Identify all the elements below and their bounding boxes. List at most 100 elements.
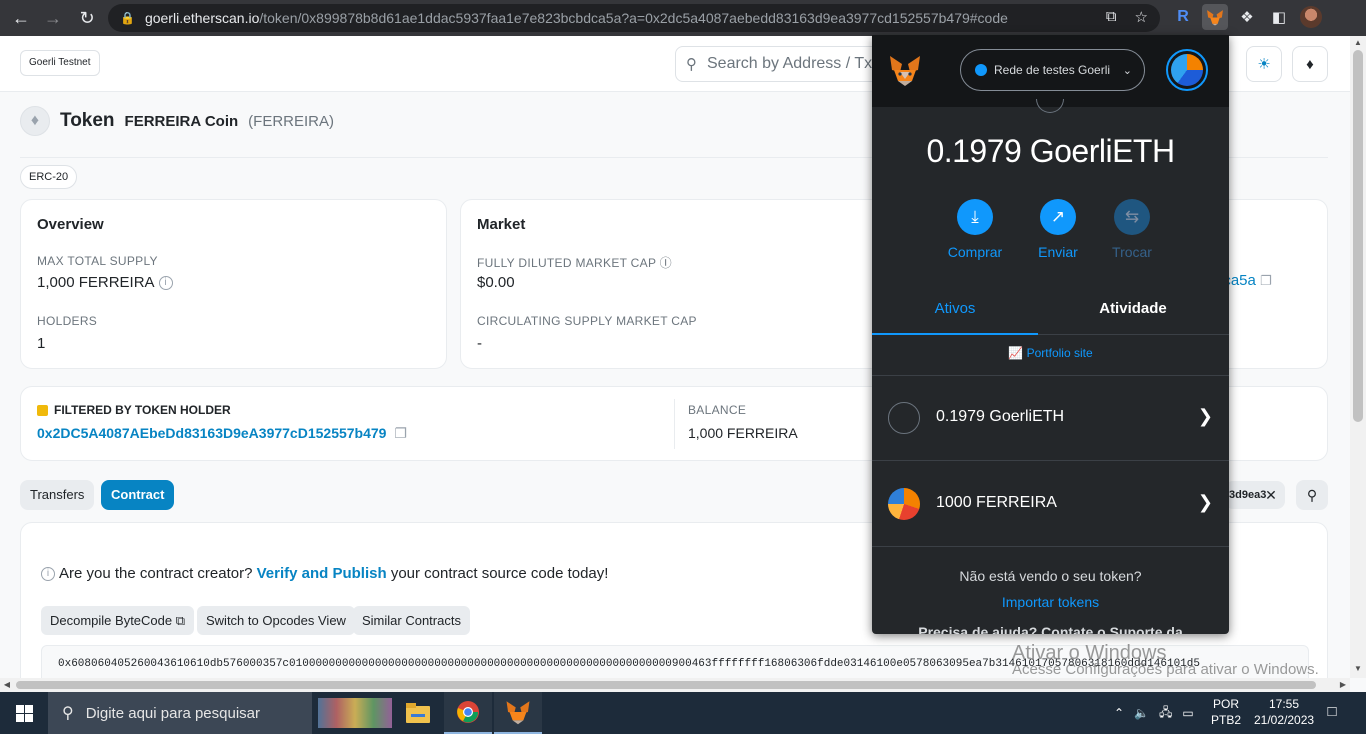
opcodes-view-button[interactable]: Switch to Opcodes View [197,606,355,635]
csmc-label: CIRCULATING SUPPLY MARKET CAP [477,314,697,328]
search-icon[interactable]: ⚲ [1296,480,1328,510]
profile-avatar[interactable] [1298,4,1324,30]
decompile-button[interactable]: Decompile ByteCode ⧉ [41,606,195,635]
token-identicon [1036,99,1064,113]
max-supply-text: 1,000 FERREIRA [37,274,155,291]
tab-activity[interactable]: Atividade [1050,289,1216,335]
side-panel-icon[interactable]: ◧ [1266,4,1292,30]
reload-icon[interactable]: ↻ [72,3,102,33]
holders-label: HOLDERS [37,314,98,328]
chevron-up-icon[interactable]: ⌃ [1114,706,1124,720]
wallet-icon [37,405,48,417]
eth-token-icon [888,402,920,434]
network-icon[interactable]: 🖧 [1159,703,1172,724]
info-icon[interactable]: i [158,276,173,291]
theme-toggle-icon[interactable]: ☀ [1246,46,1282,82]
ferreira-token-icon [888,488,920,520]
share-icon[interactable]: ⧉ [1106,8,1117,26]
clear-filter-icon[interactable]: ✕ [1263,487,1279,503]
account-avatar[interactable] [1166,49,1208,91]
filter-chip-text: 3d9ea3 [1229,489,1267,501]
address-bar[interactable]: 🔒 goerli.etherscan.io/token/0x899878b8d6… [108,4,1160,32]
bookmark-star-icon[interactable]: ☆ [1135,8,1148,26]
help-icon[interactable]: ⓘ [660,256,672,270]
swap-button[interactable]: ⇆ Trocar [1097,199,1167,260]
metamask-fox-icon[interactable] [888,53,922,87]
back-icon[interactable]: ← [6,3,36,33]
scroll-thumb[interactable] [16,681,1316,689]
scroll-up-icon[interactable]: ▲ [1350,36,1366,50]
holder-address-text: 0x2DC5A4087AEbeDd83163D9eA3977cD152557b4… [37,425,387,441]
metamask-taskbar-icon[interactable] [494,692,542,734]
chevron-down-icon: ⌄ [1122,64,1132,77]
asset-row-eth[interactable]: 0.1979 GoerliETH ❯ [872,375,1229,461]
filter-label: FILTERED BY TOKEN HOLDER [37,403,231,417]
balance-label: BALANCE [688,403,747,417]
windows-start-icon[interactable] [0,692,48,734]
balance-value: 1,000 FERREIRA [688,425,798,441]
creator-question: Are you the contract creator? [59,565,253,582]
buy-button[interactable]: ⤓ Comprar [940,199,1010,260]
lock-icon: 🔒 [120,11,135,25]
send-button[interactable]: ↗ Enviar [1023,199,1093,260]
send-label: Enviar [1038,244,1078,260]
lang-code: POR [1212,697,1239,711]
copy-address-icon[interactable]: ❐ [394,425,407,441]
network-badge[interactable]: Goerli Testnet [20,50,100,76]
arrow-up-right-icon: ↗ [1040,199,1076,235]
not-seeing-token-text: Não está vendo o seu token? [959,568,1142,584]
url-host: goerli.etherscan.io [144,10,260,26]
max-supply-value: 1,000 FERREIRA i [37,274,173,291]
swap-icon: ⇆ [1114,199,1150,235]
asset-row-ferreira[interactable]: 1000 FERREIRA ❯ [872,461,1229,547]
search-highlight-image [318,698,392,728]
token-symbol: (FERREIRA) [248,112,334,130]
tab-transfers[interactable]: Transfers [20,480,95,510]
search-placeholder: Search by Address / Txn [707,55,882,72]
chevron-right-icon: ❯ [1197,492,1213,512]
verify-publish-link[interactable]: Verify and Publish [257,565,387,582]
notifications-icon[interactable]: □ [1322,703,1342,723]
holder-address-link[interactable]: 0x2DC5A4087AEbeDd83163D9eA3977cD152557b4… [37,425,407,442]
scroll-down-icon[interactable]: ▼ [1350,662,1366,676]
scroll-left-icon[interactable]: ◀ [0,678,14,692]
file-explorer-icon[interactable] [394,692,442,734]
r-extension-icon[interactable]: R [1170,4,1196,30]
search-input[interactable]: ⚲ Search by Address / Txn [675,46,895,82]
chrome-icon[interactable] [444,692,492,734]
creator-rest-text: your contract source code today! [390,565,609,582]
taskbar-search-input[interactable]: ⚲ Digite aqui para pesquisar [48,692,312,734]
forward-icon[interactable]: → [38,3,68,33]
horizontal-scrollbar[interactable]: ◀ ▶ [0,678,1350,692]
scroll-right-icon[interactable]: ▶ [1336,678,1350,692]
windows-activation-watermark: Ativar o Windows Acesse Configurações pa… [1012,642,1319,678]
holders-value: 1 [37,335,46,352]
scroll-thumb[interactable] [1353,50,1363,422]
creator-notice: i Are you the contract creator? Verify an… [41,565,608,582]
network-selector[interactable]: Rede de testes Goerli ⌄ [960,49,1145,91]
language-indicator[interactable]: POR PTB2 [1206,696,1246,728]
watermark-line2: Acesse Configurações para ativar o Windo… [1012,661,1319,678]
external-link-icon: ⧉ [175,613,186,628]
tab-assets[interactable]: Ativos [872,289,1038,335]
extensions-puzzle-icon[interactable]: ❖ [1234,4,1260,30]
market-card: Market FULLY DILUTED MARKET CAP ⓘ $0.00 … [460,199,890,369]
taskbar-clock[interactable]: 17:55 21/02/2023 [1254,696,1314,728]
token-title: ♦ Token FERREIRA Coin (FERREIRA) [20,106,334,136]
ethereum-network-icon[interactable]: ♦ [1292,46,1328,82]
metamask-extension-icon[interactable] [1202,4,1228,30]
copy-icon[interactable]: ❐ [1260,273,1272,288]
volume-muted-icon[interactable]: 🔈 [1134,706,1149,720]
clock-time: 17:55 [1268,697,1300,711]
search-icon: ⚲ [686,56,697,73]
similar-contracts-button[interactable]: Similar Contracts [353,606,470,635]
tab-contract[interactable]: Contract [101,480,175,510]
portfolio-link[interactable]: 📈 Portfolio site [872,346,1229,360]
overview-title: Overview [37,216,104,233]
battery-icon[interactable]: ▭ [1182,706,1193,720]
import-tokens-link[interactable]: Importar tokens [872,594,1229,610]
fdmc-value: $0.00 [477,274,515,291]
token-name: FERREIRA Coin [124,112,239,130]
vertical-scrollbar[interactable]: ▲ ▼ [1350,36,1366,678]
system-tray: ⌃ 🔈 🖧 ▭ [1114,692,1194,734]
